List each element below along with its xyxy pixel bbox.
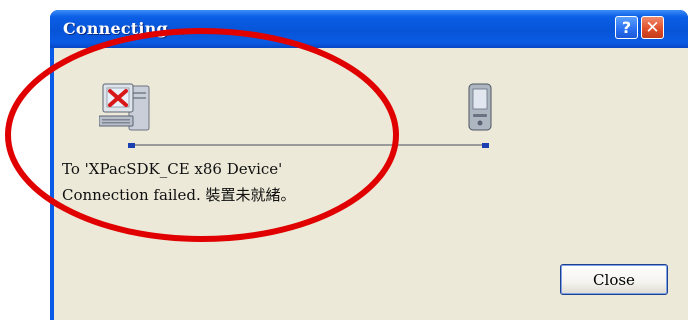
- dialog-body: To 'XPacSDK_CE x86 Device' Connection fa…: [54, 48, 688, 320]
- close-button[interactable]: Close: [560, 264, 668, 295]
- window-close-button[interactable]: ✕: [641, 16, 664, 39]
- connection-endpoint-right: [482, 143, 489, 148]
- computer-error-icon: [99, 83, 150, 131]
- pda-device-icon: [468, 83, 492, 131]
- status-target-text: To 'XPacSDK_CE x86 Device': [62, 160, 283, 178]
- status-error-text: Connection failed. 裝置未就緒。: [62, 186, 296, 204]
- help-icon: ?: [621, 18, 632, 37]
- title-bar[interactable]: Connecting... ? ✕: [50, 10, 688, 48]
- help-button[interactable]: ?: [615, 16, 638, 39]
- connection-endpoint-left: [128, 143, 135, 148]
- window-title: Connecting...: [63, 19, 186, 38]
- connecting-dialog: Connecting... ? ✕ To 'XPacSDK_CE x86 Dev…: [50, 10, 688, 320]
- connection-line: [131, 144, 489, 146]
- close-icon: ✕: [645, 17, 660, 38]
